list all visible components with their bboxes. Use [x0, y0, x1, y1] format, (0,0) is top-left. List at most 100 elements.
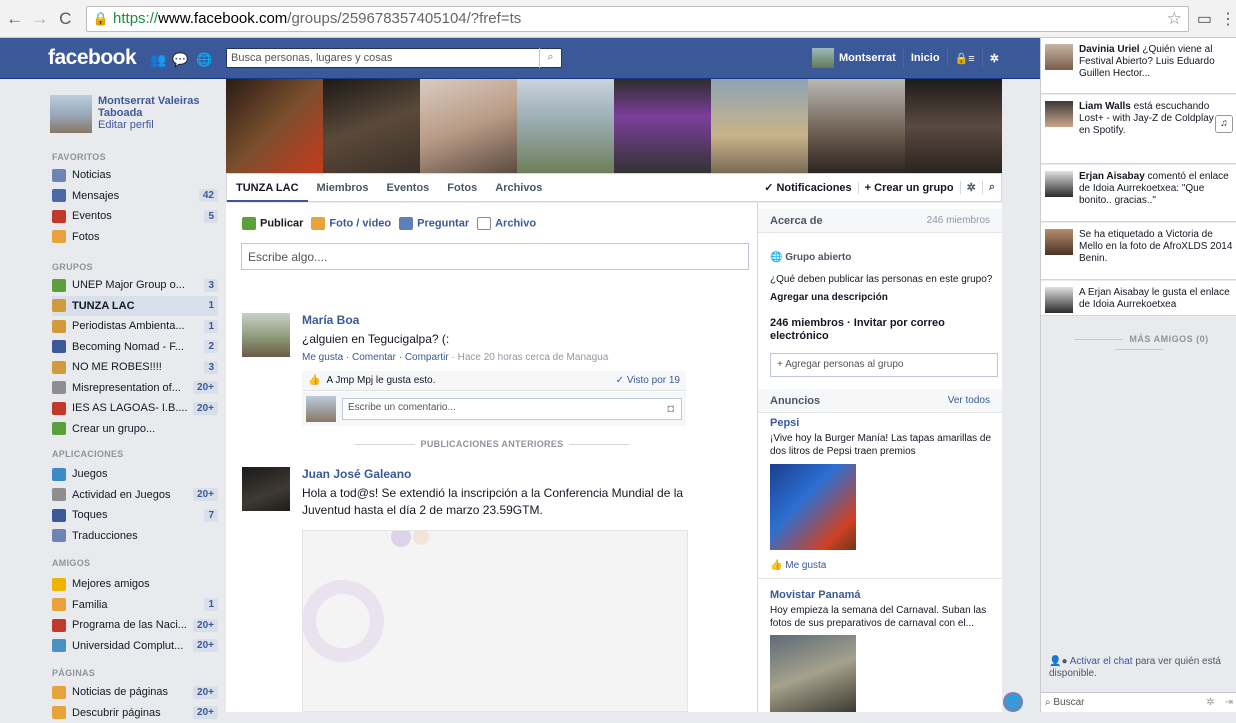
sidebar-item[interactable]: UNEP Major Group o... 3 — [52, 275, 218, 295]
comment-input[interactable]: Escribe un comentario... — [342, 398, 682, 420]
popout-icon[interactable]: ⇥ — [1225, 697, 1233, 708]
ticker-item[interactable]: Se ha etiquetado a Victoria de Mello en … — [1041, 223, 1236, 280]
composer-input[interactable]: Escribe algo.... — [241, 243, 749, 270]
sidebar-item-label: UNEP Major Group o... — [72, 279, 185, 291]
post-author[interactable]: Juan José Galeano — [302, 467, 702, 481]
sidebar-item[interactable]: Toques 7 — [52, 505, 218, 525]
facebook-logo[interactable]: facebook — [48, 46, 137, 70]
members-link[interactable]: 246 miembros — [927, 215, 990, 226]
tab-archivos[interactable]: Archivos — [486, 174, 551, 202]
ad-title[interactable]: Movistar Panamá — [770, 589, 996, 602]
sidebar-item[interactable]: Juegos — [52, 464, 218, 484]
ticker-item[interactable]: Erjan Aisabay comentó el enlace de Idoia… — [1041, 165, 1236, 222]
forward-icon[interactable]: → — [29, 8, 50, 30]
gear-icon[interactable]: ✲ — [990, 52, 999, 65]
camera-icon[interactable]: ◘ — [667, 403, 674, 415]
sidebar-item[interactable]: Universidad Complut... 20+ — [52, 636, 218, 656]
sidebar-item[interactable]: TUNZA LAC 1 — [52, 295, 218, 316]
sidebar-item[interactable]: IES AS LAGOAS- I.B.... 20+ — [52, 398, 218, 418]
post-author-avatar[interactable] — [242, 313, 290, 357]
user-name-link[interactable]: Montserrat — [839, 52, 896, 64]
count-badge: 20+ — [193, 618, 218, 632]
add-description-link[interactable]: Agregar una descripción — [770, 291, 996, 304]
post-actions[interactable]: Me gusta · Comentar · Compartir — [302, 352, 449, 363]
back-icon[interactable]: ← — [4, 8, 25, 30]
sidebar-item[interactable]: Noticias — [52, 165, 218, 185]
see-all-ads[interactable]: Ver todos — [948, 395, 990, 406]
ticker-item[interactable]: Liam Walls está escuchando Lost+ - with … — [1041, 95, 1236, 164]
sidebar-item[interactable]: Fotos — [52, 227, 218, 247]
chat-search-input[interactable]: Buscar — [1053, 697, 1084, 708]
notifications-button[interactable]: ✓ Notificaciones — [758, 181, 857, 194]
ticker-item[interactable]: A Erjan Aisabay le gusta el enlace de Id… — [1041, 281, 1236, 316]
avatar[interactable] — [812, 48, 834, 68]
members-invite[interactable]: 246 miembros · Invitar por correo electr… — [770, 317, 996, 343]
tab-group[interactable]: TUNZA LAC — [227, 174, 308, 202]
post-author-avatar[interactable] — [242, 467, 290, 511]
tab-eventos[interactable]: Eventos — [378, 174, 439, 202]
sidebar-item[interactable]: Becoming Nomad - F... 2 — [52, 337, 218, 357]
chat-search[interactable]: ⌕ Buscar ✲ ⇥ — [1041, 692, 1236, 712]
sidebar-item[interactable]: Misrepresentation of... 20+ — [52, 378, 218, 398]
ad-title[interactable]: Pepsi — [770, 417, 996, 430]
search-icon[interactable]: ⌕ — [981, 181, 1001, 194]
music-icon[interactable]: ♫ — [1215, 115, 1233, 133]
sidebar-item[interactable]: Programa de las Naci... 20+ — [52, 615, 218, 635]
sidebar-item[interactable]: Mensajes 42 — [52, 186, 218, 206]
profile-avatar[interactable] — [50, 95, 92, 133]
search-icon[interactable]: ⌕ — [539, 48, 561, 68]
cover-photo[interactable] — [226, 79, 323, 173]
create-group-button[interactable]: + Crear un grupo — [857, 181, 960, 194]
cover-photo[interactable] — [517, 79, 614, 173]
tab-fotos[interactable]: Fotos — [438, 174, 486, 202]
count-badge: 2 — [204, 340, 218, 353]
post-image[interactable] — [302, 527, 688, 712]
gear-icon[interactable]: ✲ — [959, 181, 982, 194]
cover-photo[interactable] — [905, 79, 1002, 173]
sidebar-item[interactable]: Crear un grupo... — [52, 419, 218, 439]
gear-icon[interactable]: ✲ — [1206, 697, 1214, 708]
ad-image[interactable] — [770, 464, 856, 550]
sidebar-item[interactable]: NO ME ROBES!!!! 3 — [52, 357, 218, 377]
ticker-item[interactable]: Davinia Uriel ¿Quién viene al Festival A… — [1041, 38, 1236, 94]
sidebar-item[interactable]: Traducciones — [52, 526, 218, 546]
messages-icon[interactable]: 💬 — [172, 52, 188, 68]
search-input[interactable]: Busca personas, lugares y cosas ⌕ — [226, 48, 562, 68]
cover-photo[interactable] — [614, 79, 711, 173]
profile-name[interactable]: Montserrat Valeiras Taboada — [98, 95, 228, 119]
sidebar-item[interactable]: Descubrir páginas 20+ — [52, 703, 218, 723]
add-people-input[interactable]: + Agregar personas al grupo — [770, 353, 998, 377]
notifications-icon[interactable]: 🌐 — [196, 52, 212, 68]
question-tab[interactable]: Preguntar — [399, 217, 469, 230]
cover-photo[interactable] — [808, 79, 905, 173]
reload-icon[interactable]: C — [55, 8, 76, 30]
photo-tab[interactable]: Foto / video — [311, 217, 391, 230]
sidebar-item[interactable]: Periodistas Ambienta... 1 — [52, 316, 218, 336]
sidebar-item[interactable]: Mejores amigos — [52, 574, 218, 594]
globe-icon[interactable]: 🌐 — [1003, 692, 1023, 712]
window-icon[interactable]: ▭ — [1197, 9, 1212, 29]
publicar-tab[interactable]: Publicar — [242, 217, 303, 230]
cover-photo[interactable] — [323, 79, 420, 173]
tab-miembros[interactable]: Miembros — [308, 174, 378, 202]
privacy-icon[interactable]: 🔒≡ — [955, 52, 975, 65]
cover-photo[interactable] — [420, 79, 517, 173]
sidebar-item[interactable]: Actividad en Juegos 20+ — [52, 485, 218, 505]
sidebar-item[interactable]: Noticias de páginas 20+ — [52, 682, 218, 702]
sidebar-item[interactable]: Eventos 5 — [52, 206, 218, 226]
menu-icon[interactable]: ⋮ — [1220, 9, 1236, 29]
ad-image[interactable] — [770, 635, 856, 712]
seen-by[interactable]: ✓ Visto por 19 — [616, 375, 680, 386]
home-link[interactable]: Inicio — [911, 52, 940, 64]
friend-requests-icon[interactable]: 👥 — [150, 52, 166, 68]
post-author[interactable]: María Boa — [302, 313, 702, 327]
cover-photo[interactable] — [711, 79, 808, 173]
ad-like[interactable]: 👍 Me gusta — [770, 559, 996, 572]
likes-text[interactable]: A Jmp Mpj le gusta esto. — [326, 375, 435, 386]
address-bar[interactable]: 🔒 https://www.facebook.com/groups/259678… — [85, 5, 1189, 32]
activate-chat-link[interactable]: Activar el chat — [1070, 656, 1133, 667]
file-tab[interactable]: Archivo — [477, 217, 536, 230]
edit-profile-link[interactable]: Editar perfil — [98, 119, 154, 131]
sidebar-item[interactable]: Familia 1 — [52, 595, 218, 615]
bookmark-star-icon[interactable]: ☆ — [1167, 9, 1182, 29]
